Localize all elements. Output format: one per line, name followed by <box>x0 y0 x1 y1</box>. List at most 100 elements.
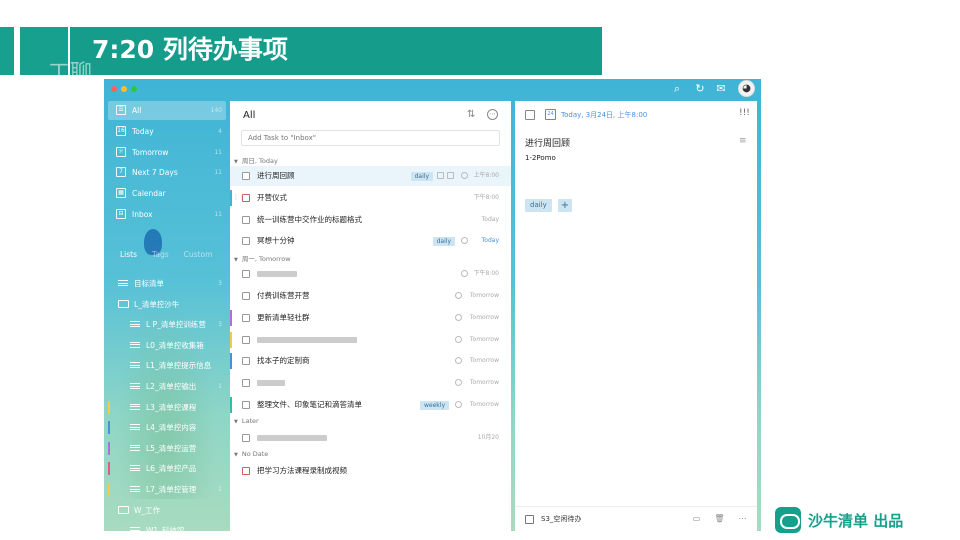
week-icon: 7 <box>116 167 126 178</box>
task-checkbox[interactable] <box>242 270 250 279</box>
sidebar-list-item[interactable]: 目标清单 3 <box>108 274 226 293</box>
search-icon[interactable]: ⌕ <box>670 82 684 96</box>
task-row[interactable]: 进行周回顾 上午8:00 daily <box>230 166 511 186</box>
section-header[interactable]: ▼ Later <box>234 417 259 425</box>
sidebar-item-calendar[interactable]: ▦ Calendar <box>108 184 226 203</box>
task-row[interactable]: 下午8:00 <box>230 264 511 284</box>
list-icon <box>130 465 140 472</box>
task-due-date: Tomorrow <box>469 313 499 321</box>
task-row[interactable]: 找本子的定制商 Tomorrow <box>230 351 511 371</box>
task-checkbox[interactable] <box>242 193 250 202</box>
list-color-marker <box>108 483 110 496</box>
mail-icon[interactable]: ✉ <box>714 82 728 96</box>
list-color-marker <box>108 421 110 435</box>
task-row[interactable]: ⋮⋮ 开营仪式 下午8:00 <box>230 188 511 208</box>
detail-tag[interactable]: daily <box>525 199 552 212</box>
task-tag[interactable]: daily <box>432 237 455 247</box>
tab-custom[interactable]: Custom <box>184 250 213 259</box>
detail-description[interactable]: 1-2Pomo <box>525 154 556 162</box>
task-title: 找本子的定制商 <box>257 356 310 366</box>
zoom-window-button[interactable] <box>131 86 137 92</box>
sidebar-item-inbox[interactable]: ⊟ Inbox 11 <box>108 205 226 224</box>
sidebar-list-item[interactable]: L4_清单控内容 <box>108 418 226 437</box>
close-window-button[interactable] <box>111 86 117 92</box>
task-row[interactable]: 把学习方法课程录制成视频 <box>230 461 511 481</box>
minimize-window-button[interactable] <box>121 86 127 92</box>
sidebar-list-item[interactable]: L_清单控沙牛 <box>108 295 226 314</box>
sidebar-list-item[interactable]: L6_清单控产品 <box>108 459 226 478</box>
more-icon[interactable]: ⋯ <box>487 109 498 120</box>
task-checkbox[interactable] <box>242 466 250 475</box>
task-checkbox[interactable] <box>242 379 250 388</box>
task-checkbox[interactable] <box>242 215 250 224</box>
task-title <box>257 264 297 284</box>
watermark: 工聊 <box>48 61 93 86</box>
sidebar-list-item[interactable]: W_工作 <box>108 501 226 520</box>
task-row[interactable]: Tomorrow <box>230 330 511 350</box>
sidebar-list-item[interactable]: L1_清单控提示信息 <box>108 356 226 375</box>
section-header[interactable]: ▼ 周一, Tomorrow <box>234 253 291 263</box>
task-checkbox[interactable] <box>242 237 250 246</box>
sort-icon[interactable]: ⇅ <box>467 109 475 120</box>
task-row[interactable]: 整理文件、印象笔记和滴答清单 Tomorrow weekly <box>230 395 511 415</box>
trash-icon[interactable]: 🗑 <box>714 513 725 524</box>
detail-list-name[interactable]: S3_空闲待办 <box>541 514 581 525</box>
task-checkbox[interactable] <box>242 433 250 442</box>
task-checkbox[interactable] <box>242 292 250 300</box>
add-task-input[interactable] <box>241 130 500 146</box>
task-title: 更新清单轻社群 <box>257 312 310 322</box>
task-checkbox[interactable] <box>242 401 250 409</box>
sidebar-list-label: L5_清单控运营 <box>146 443 197 453</box>
sidebar-list-item[interactable]: L5_清单控运营 <box>108 439 226 458</box>
sidebar-item-today[interactable]: 16 Today 4 <box>108 122 226 141</box>
detail-title[interactable]: 进行周回顾 <box>525 136 570 149</box>
task-checkbox[interactable] <box>242 313 250 322</box>
section-header[interactable]: ▼ 周日, Today <box>234 155 278 165</box>
sidebar-list-item[interactable]: L7_清单控管理 1 <box>108 480 226 499</box>
task-row[interactable]: Tomorrow <box>230 373 511 393</box>
task-due-date: Tomorrow <box>469 292 499 299</box>
task-checkbox[interactable] <box>242 335 250 344</box>
section-header[interactable]: ▼ No Date <box>234 450 268 458</box>
priority-icon[interactable]: !!! <box>739 108 750 118</box>
avatar[interactable]: ◕ <box>738 80 755 97</box>
calendar-icon[interactable]: 24 <box>545 109 556 120</box>
sidebar-item-tomorrow[interactable]: ☼ Tomorrow 11 <box>108 143 226 162</box>
section-label: 周日, Today <box>241 157 278 165</box>
sidebar-list-item[interactable]: L0_清单控收集箱 <box>108 336 226 355</box>
sidebar-list-item[interactable]: L3_清单控课程 <box>108 398 226 417</box>
tab-tags[interactable]: Tags <box>152 250 169 259</box>
more-icon[interactable]: ⋯ <box>737 513 748 524</box>
sidebar-item-next-7-days[interactable]: 7 Next 7 Days 11 <box>108 163 226 182</box>
sidebar-list-item[interactable]: L P_清单控训练营 3 <box>108 315 226 334</box>
comment-icon[interactable]: ▭ <box>691 513 702 524</box>
list-icon <box>130 383 140 389</box>
task-tag[interactable]: weekly <box>420 401 449 410</box>
sidebar-list-item[interactable]: L2_清单控输出 1 <box>108 377 226 396</box>
task-tag[interactable]: daily <box>410 172 433 181</box>
repeat-icon <box>455 313 462 321</box>
task-row[interactable]: 更新清单轻社群 Tomorrow <box>230 308 511 328</box>
sidebar-list-label: L0_清单控收集箱 <box>146 340 204 350</box>
sidebar-item-label: Inbox <box>132 210 153 219</box>
task-row[interactable]: 统一训练营中交作业的标题格式 Today <box>230 210 511 230</box>
repeat-icon <box>461 237 468 245</box>
task-checkbox[interactable] <box>242 357 250 366</box>
sidebar-list-label: L6_清单控产品 <box>146 464 197 474</box>
task-row[interactable]: 付费训练营开营 Tomorrow <box>230 286 511 306</box>
caret-down-icon: ▼ <box>234 257 238 264</box>
detail-due-date[interactable]: Today, 3月24日, 上午8:00 <box>561 109 647 121</box>
tab-lists[interactable]: Lists <box>120 250 137 259</box>
add-tag-button[interactable]: + <box>558 199 572 212</box>
sidebar-item-label: Next 7 Days <box>132 168 178 178</box>
slide-title: 7:20 列待办事项 <box>92 35 288 64</box>
task-row[interactable]: 10月20 <box>230 428 511 448</box>
detail-complete-checkbox[interactable] <box>525 110 535 120</box>
task-row[interactable]: 冥想十分钟 Today daily <box>230 231 511 251</box>
task-checkbox[interactable] <box>242 172 250 180</box>
sidebar-list-item[interactable]: W1_科技馆 <box>108 521 226 531</box>
sync-icon[interactable]: ↻ <box>693 82 707 96</box>
sidebar-item-all[interactable]: ☰ All 140 <box>108 101 226 120</box>
menu-icon[interactable]: ≡ <box>739 136 747 146</box>
repeat-icon <box>461 270 468 278</box>
